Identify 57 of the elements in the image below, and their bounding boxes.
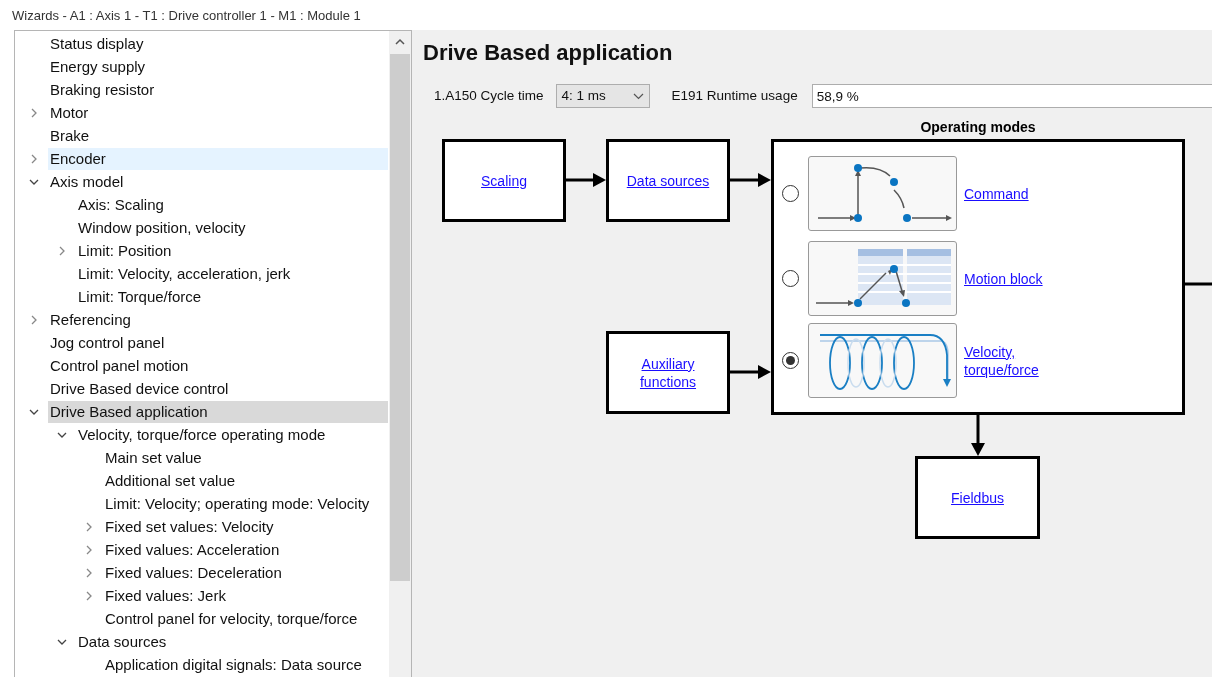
chevron-right-icon[interactable] [29,107,39,118]
scrollbar-thumb[interactable] [390,54,410,581]
tree-item[interactable]: Fixed values: Deceleration [103,561,388,584]
data-sources-link[interactable]: Data sources [626,171,710,190]
chevron-right-icon[interactable] [84,567,94,578]
tree-item[interactable]: Referencing [48,308,388,331]
page-title: Drive Based application [423,39,674,67]
field-label: E191 Runtime usage [671,86,798,105]
tree-item[interactable]: Encoder [48,147,388,170]
chevron-right-icon[interactable] [29,314,39,325]
chevron-right-icon[interactable] [57,245,67,256]
tree-item[interactable]: Drive Based application [48,400,388,423]
tree-item[interactable]: Control panel for velocity, torque/force [103,607,388,630]
chevron-right-icon[interactable] [29,153,39,164]
cycle-time-dropdown[interactable]: 4: 1 ms [555,84,650,108]
tree-item[interactable]: Status display [48,32,388,55]
tree-item[interactable]: Velocity, torque/force operating mode [76,423,388,446]
diagram-heading: Operating modes [919,118,1037,136]
radio-button[interactable] [782,270,799,287]
mode-link[interactable]: Motion block [964,269,1043,288]
window-title: Wizards - A1 : Axis 1 - T1 : Drive controller 1 - M1 : Module 1 [12,8,361,25]
tree-item[interactable]: Drive Based device control [48,377,388,400]
chevron-right-icon[interactable] [84,544,94,555]
chevron-right-icon[interactable] [84,590,94,601]
tree-item[interactable]: Application digital signals: Data source [103,653,388,676]
tree-item[interactable]: Axis: Scaling [76,193,388,216]
tree-item[interactable]: Window position, velocity [76,216,388,239]
tree-item[interactable]: Energy supply [48,55,388,78]
tree-item[interactable]: Limit: Torque/force [76,285,388,308]
tree-item[interactable]: Additional set value [103,469,388,492]
radio-button[interactable] [782,185,799,202]
tree-item[interactable]: Fixed values: Jerk [103,584,388,607]
field-label: 1.A150 Cycle time [434,86,544,105]
tree-item[interactable]: Control panel motion [48,354,388,377]
chevron-right-icon[interactable] [84,521,94,532]
scrollbar[interactable] [389,31,411,677]
runtime-usage-field[interactable]: 58,9 % [811,84,1212,108]
scaling-link[interactable]: Scaling [481,171,527,190]
tree-item[interactable]: Limit: Position [76,239,388,262]
auxiliary-functions-link[interactable]: Auxiliary functions [619,354,717,391]
radio-button[interactable] [782,352,799,369]
tree-item[interactable]: Fixed values: Acceleration [103,538,388,561]
tree-item[interactable]: Motor [48,101,388,124]
fieldbus-link[interactable]: Fieldbus [951,488,1004,507]
tree-item[interactable]: Braking resistor [48,78,388,101]
tree-item[interactable]: Main set value [103,446,388,469]
tree-item[interactable]: Limit: Velocity, acceleration, jerk [76,262,388,285]
tree-item[interactable]: Data sources [76,630,388,653]
dropdown-caret-icon [632,92,644,100]
tree-item[interactable]: Jog control panel [48,331,388,354]
mode-link[interactable]: Command [964,184,1029,203]
scroll-up-icon[interactable] [395,38,405,46]
mode-link[interactable]: Velocity, torque/force [964,342,1074,379]
tree-item[interactable]: Axis model [48,170,388,193]
tree-item[interactable]: Brake [48,124,388,147]
tree-item[interactable]: Fixed set values: Velocity [103,515,388,538]
tree-item[interactable]: Limit: Velocity; operating mode: Velocity [103,492,388,515]
